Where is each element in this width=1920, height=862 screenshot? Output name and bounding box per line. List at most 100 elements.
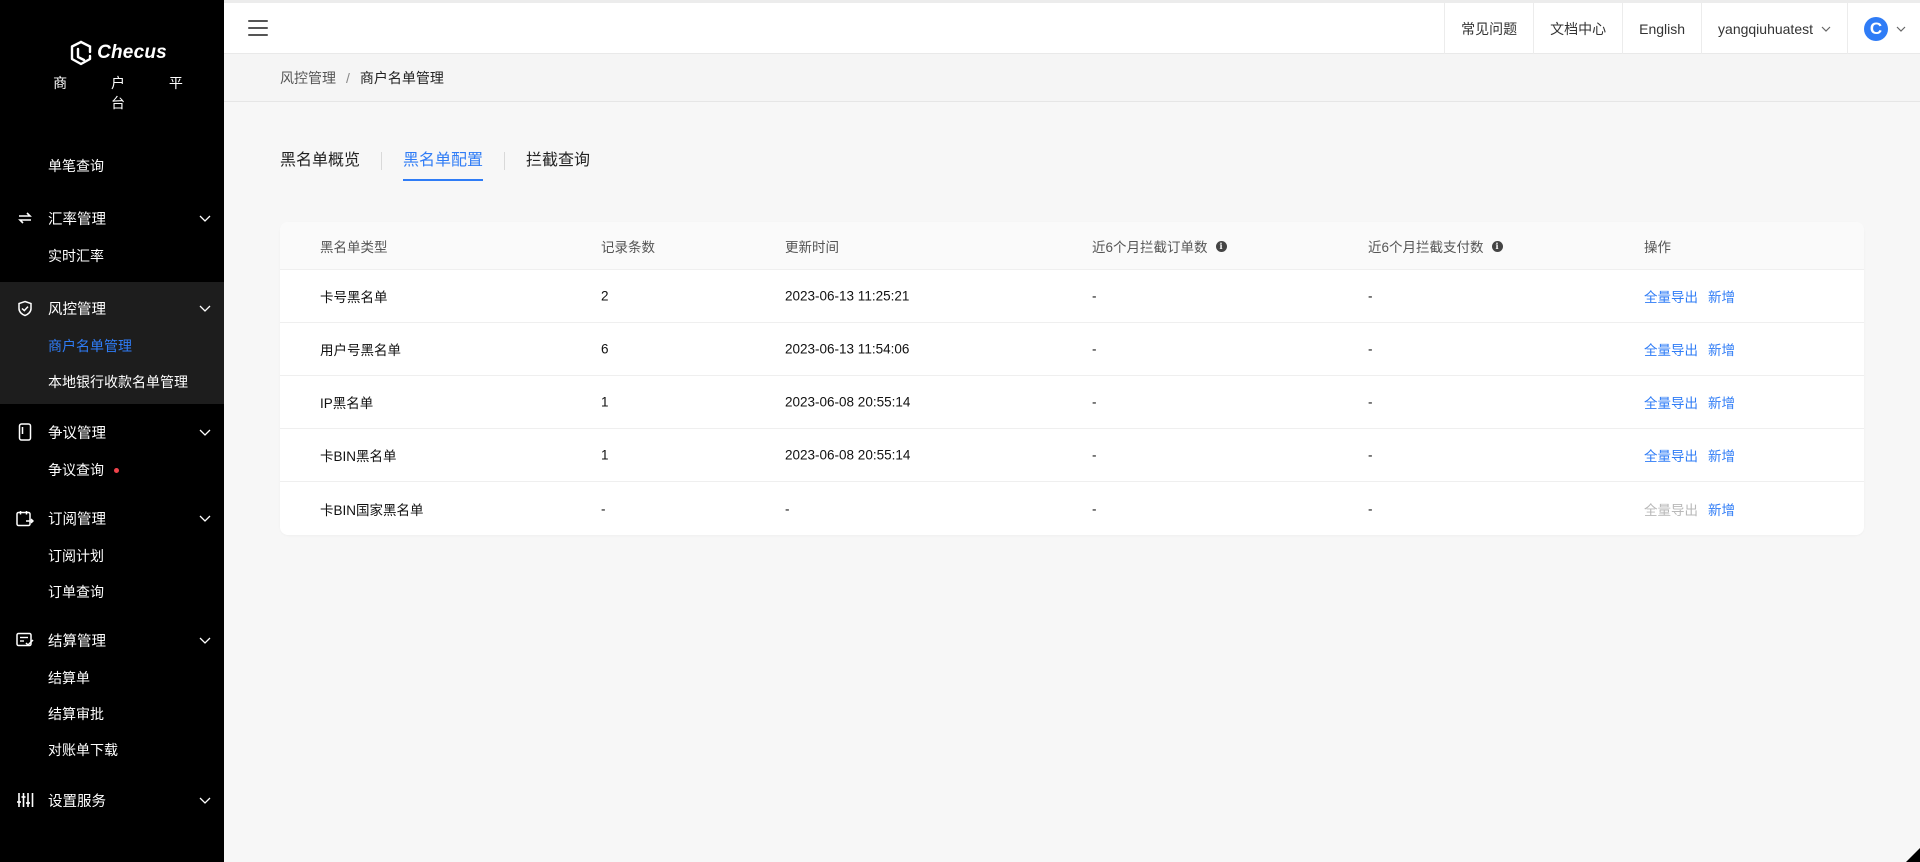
cell-orders: - — [1092, 394, 1097, 410]
chevron-down-icon — [199, 215, 211, 222]
sidebar-group-exchange: 汇率管理 实时汇率 — [0, 192, 224, 274]
logo: Checus 商 户 平 台 — [0, 40, 224, 113]
table-row: 卡BIN国家黑名单 - - - - 全量导出 新增 — [280, 482, 1864, 535]
sidebar-group-subscription-header[interactable]: 订阅管理 — [0, 492, 224, 544]
cell-payments: - — [1368, 341, 1373, 357]
sidebar-group-label: 结算管理 — [48, 633, 106, 650]
cell-updated: 2023-06-13 11:25:21 — [785, 288, 910, 304]
faq-link[interactable]: 常见问题 — [1444, 3, 1533, 54]
phone-dispute-icon — [16, 423, 34, 441]
sidebar-item-dispute-query[interactable]: 争议查询 — [0, 452, 224, 488]
sidebar-item-local-bank-list[interactable]: 本地银行收款名单管理 — [0, 364, 224, 400]
topbar: 常见问题 文档中心 English yangqiuhuatest C — [224, 0, 1920, 54]
sidebar-group-label: 汇率管理 — [48, 211, 106, 228]
header-type: 黑名单类型 — [320, 239, 388, 255]
sidebar-group-label: 订阅管理 — [48, 511, 106, 528]
breadcrumb-parent[interactable]: 风控管理 — [280, 68, 336, 88]
table-row: IP黑名单 1 2023-06-08 20:55:14 - - 全量导出 新增 — [280, 376, 1864, 429]
tab-divider — [381, 152, 383, 170]
list-check-icon — [16, 631, 34, 649]
add-button[interactable]: 新增 — [1708, 396, 1735, 411]
cell-updated: - — [785, 501, 790, 516]
calendar-icon — [16, 509, 34, 527]
info-icon[interactable]: i — [1491, 241, 1503, 253]
header-payments-label: 近6个月拦截支付数 — [1368, 239, 1484, 255]
sidebar-group-exchange-header[interactable]: 汇率管理 — [0, 192, 224, 244]
blacklist-table: 黑名单类型 记录条数 更新时间 近6个月拦截订单数 i 近6个月拦截支付数 i 操作… — [280, 222, 1864, 535]
cell-updated: 2023-06-08 20:55:14 — [785, 394, 911, 410]
sidebar-group-dispute-header[interactable]: 争议管理 — [0, 406, 224, 458]
cell-type: 卡BIN国家黑名单 — [320, 502, 424, 518]
cell-count: 2 — [601, 288, 609, 304]
cell-actions: 全量导出 新增 — [1644, 286, 1745, 306]
cell-type: IP黑名单 — [320, 396, 374, 411]
cell-orders: - — [1092, 501, 1097, 516]
export-all-button: 全量导出 — [1644, 502, 1698, 518]
sidebar-group-dispute: 争议管理 争议查询 — [0, 406, 224, 488]
sidebar-item-settlement[interactable]: 结算单 — [0, 660, 224, 696]
table-row: 卡BIN黑名单 1 2023-06-08 20:55:14 - - 全量导出 新增 — [280, 429, 1864, 482]
info-icon[interactable]: i — [1215, 241, 1227, 253]
chevron-down-icon — [199, 305, 211, 312]
tab-blacklist-overview[interactable]: 黑名单概览 — [280, 150, 360, 184]
add-button[interactable]: 新增 — [1708, 290, 1735, 305]
language-switch[interactable]: English — [1622, 3, 1701, 54]
chevron-down-icon — [1896, 26, 1906, 32]
avatar: C — [1864, 16, 1888, 41]
export-all-button[interactable]: 全量导出 — [1644, 343, 1698, 358]
checus-logo-icon — [70, 40, 92, 66]
table-header: 黑名单类型 记录条数 更新时间 近6个月拦截订单数 i 近6个月拦截支付数 i 操作 — [280, 222, 1864, 270]
export-all-button[interactable]: 全量导出 — [1644, 449, 1698, 464]
docs-link[interactable]: 文档中心 — [1533, 3, 1622, 54]
sidebar-group-label: 争议管理 — [48, 425, 106, 442]
sidebar-group-settings-header[interactable]: 设置服务 — [0, 774, 224, 826]
add-button[interactable]: 新增 — [1708, 343, 1735, 358]
cell-actions: 全量导出 新增 — [1644, 339, 1745, 359]
cell-payments: - — [1368, 447, 1373, 463]
cell-updated: 2023-06-13 11:54:06 — [785, 341, 910, 357]
cell-payments: - — [1368, 394, 1373, 410]
sidebar-group-risk: 风控管理 商户名单管理 本地银行收款名单管理 — [0, 282, 224, 404]
sidebar-item-merchant-list[interactable]: 商户名单管理 — [0, 328, 224, 364]
sidebar-group-risk-header[interactable]: 风控管理 — [0, 282, 224, 334]
add-button[interactable]: 新增 — [1708, 503, 1735, 518]
sidebar-item-statement-download[interactable]: 对账单下载 — [0, 732, 224, 768]
cell-orders: - — [1092, 341, 1097, 357]
breadcrumb-separator: / — [346, 69, 350, 86]
sidebar-item-settlement-approval[interactable]: 结算审批 — [0, 696, 224, 732]
cell-payments: - — [1368, 501, 1373, 516]
sidebar-item-label: 争议查询 — [48, 462, 104, 478]
sidebar-group-settlement: 结算管理 结算单 结算审批 对账单下载 — [0, 614, 224, 768]
chevron-down-icon — [199, 797, 211, 804]
sidebar-item-order-query[interactable]: 订单查询 — [0, 574, 224, 610]
cell-count: 1 — [601, 394, 609, 410]
sidebar-nav: 单笔查询 汇率管理 实时汇率 风控管理 商户名单管理 本地银行收款名单管理 争议… — [0, 148, 224, 826]
sidebar-group-settlement-header[interactable]: 结算管理 — [0, 614, 224, 666]
breadcrumb-current: 商户名单管理 — [359, 69, 444, 86]
tab-intercept-query[interactable]: 拦截查询 — [526, 150, 590, 184]
chevron-down-icon — [199, 637, 211, 644]
export-all-button[interactable]: 全量导出 — [1644, 396, 1698, 411]
header-updated: 更新时间 — [785, 239, 839, 255]
add-button[interactable]: 新增 — [1708, 449, 1735, 464]
tab-bar: 黑名单概览 黑名单配置 拦截查询 — [280, 150, 590, 184]
export-all-button[interactable]: 全量导出 — [1644, 290, 1698, 305]
menu-toggle-icon[interactable] — [248, 20, 268, 36]
cell-payments: - — [1368, 288, 1373, 304]
sidebar-item-subscription-plan[interactable]: 订阅计划 — [0, 538, 224, 574]
avatar-menu[interactable]: C — [1847, 3, 1920, 54]
cell-updated: 2023-06-08 20:55:14 — [785, 447, 911, 463]
user-menu[interactable]: yangqiuhuatest — [1701, 3, 1847, 54]
sidebar-item-realtime-rate[interactable]: 实时汇率 — [0, 238, 224, 274]
breadcrumb: 风控管理 / 商户名单管理 — [224, 54, 1920, 102]
topbar-actions: 常见问题 文档中心 English yangqiuhuatest C — [1444, 3, 1920, 54]
header-orders: 近6个月拦截订单数 i — [1092, 236, 1227, 256]
cell-type: 卡号黑名单 — [320, 290, 388, 305]
cell-type: 用户号黑名单 — [320, 343, 401, 358]
tab-blacklist-config[interactable]: 黑名单配置 — [403, 150, 484, 184]
sidebar-item-single-query[interactable]: 单笔查询 — [0, 148, 224, 184]
sliders-icon — [16, 791, 34, 809]
sidebar-group-label: 设置服务 — [48, 793, 106, 810]
tab-divider — [504, 152, 506, 170]
sidebar: Checus 商 户 平 台 单笔查询 汇率管理 实时汇率 风控管理 商户名单管… — [0, 0, 224, 862]
